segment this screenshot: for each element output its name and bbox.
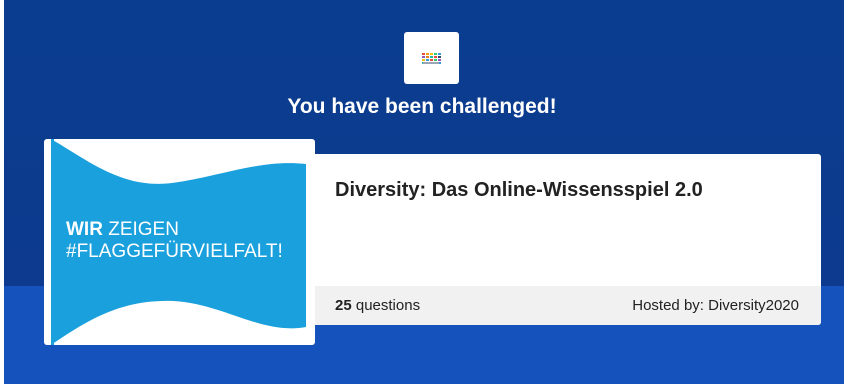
question-count: 25 questions <box>335 297 420 314</box>
flag-slogan-line2: #FLAGGEFÜRVIELFALT! <box>66 241 283 262</box>
challenge-headline: You have been challenged! <box>287 95 557 118</box>
question-count-number: 25 <box>335 297 352 314</box>
organizer-logo <box>404 32 459 84</box>
quiz-title: Diversity: Das Online-Wissensspiel 2.0 <box>335 179 703 201</box>
flag-slogan-rest: ZEIGEN <box>102 219 179 240</box>
question-count-label: questions <box>351 297 421 314</box>
flag-slogan-bold: WIR <box>66 219 103 240</box>
flag-slogan: WIR ZEIGEN #FLAGGEFÜRVIELFALT! <box>66 219 283 263</box>
logo-caption-line <box>423 62 439 64</box>
quiz-cover-image: WIR ZEIGEN #FLAGGEFÜRVIELFALT! <box>44 139 315 345</box>
quiz-info-card[interactable]: Diversity: Das Online-Wissensspiel 2.0 2… <box>312 154 821 325</box>
quiz-host: Hosted by: Diversity2020 <box>632 297 799 314</box>
quiz-card-footer: 25 questions Hosted by: Diversity2020 <box>312 286 821 325</box>
flag-slogan-line1: WIR ZEIGEN <box>66 219 283 241</box>
